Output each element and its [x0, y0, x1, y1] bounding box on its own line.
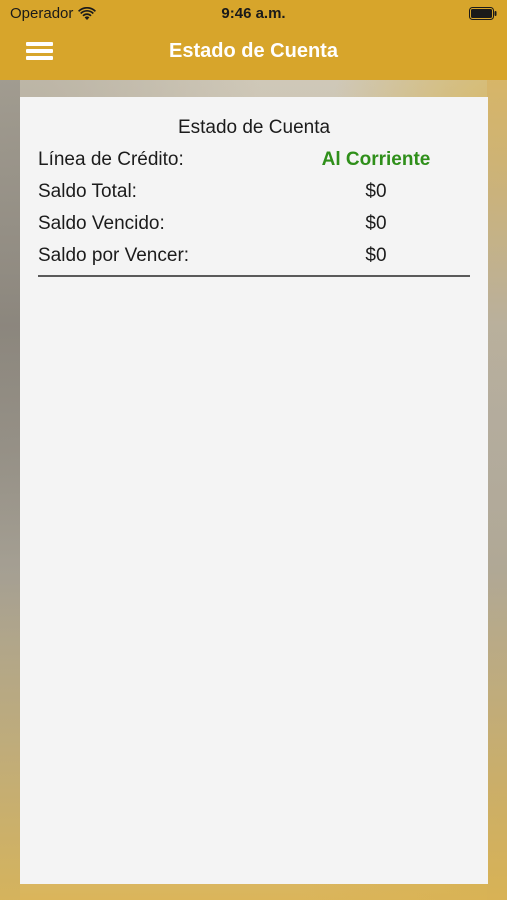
row-label: Saldo Total:: [38, 181, 137, 202]
row-label: Línea de Crédito:: [38, 149, 184, 170]
background-edge-left: [0, 80, 20, 900]
status-bar: Operador 9:46 a.m.: [0, 0, 507, 28]
credit-line-row: Línea de Crédito: Al Corriente: [38, 149, 470, 177]
upcoming-balance-value: $0: [365, 245, 387, 266]
header: Operador 9:46 a.m. Estado de Cuenta: [0, 0, 507, 80]
overdue-balance-row: Saldo Vencido: $0: [38, 213, 470, 241]
row-label: Saldo Vencido:: [38, 213, 165, 234]
screen: Operador 9:46 a.m. Estado de Cuenta Esta…: [0, 0, 507, 900]
nav-bar: Estado de Cuenta: [0, 28, 507, 80]
divider: [38, 275, 470, 277]
credit-status-value: Al Corriente: [321, 149, 431, 170]
overdue-balance-value: $0: [365, 213, 387, 234]
status-time: 9:46 a.m.: [221, 5, 286, 22]
card-title: Estado de Cuenta: [177, 117, 331, 138]
battery-icon: [469, 7, 497, 20]
nav-title: Estado de Cuenta: [169, 40, 338, 62]
account-statement-card: Estado de Cuenta Línea de Crédito: Al Co…: [20, 97, 488, 884]
upcoming-balance-row: Saldo por Vencer: $0: [38, 245, 470, 273]
background-edge-right: [487, 80, 507, 900]
total-balance-row: Saldo Total: $0: [38, 181, 470, 209]
row-label: Saldo por Vencer:: [38, 245, 190, 266]
total-balance-value: $0: [365, 181, 387, 202]
